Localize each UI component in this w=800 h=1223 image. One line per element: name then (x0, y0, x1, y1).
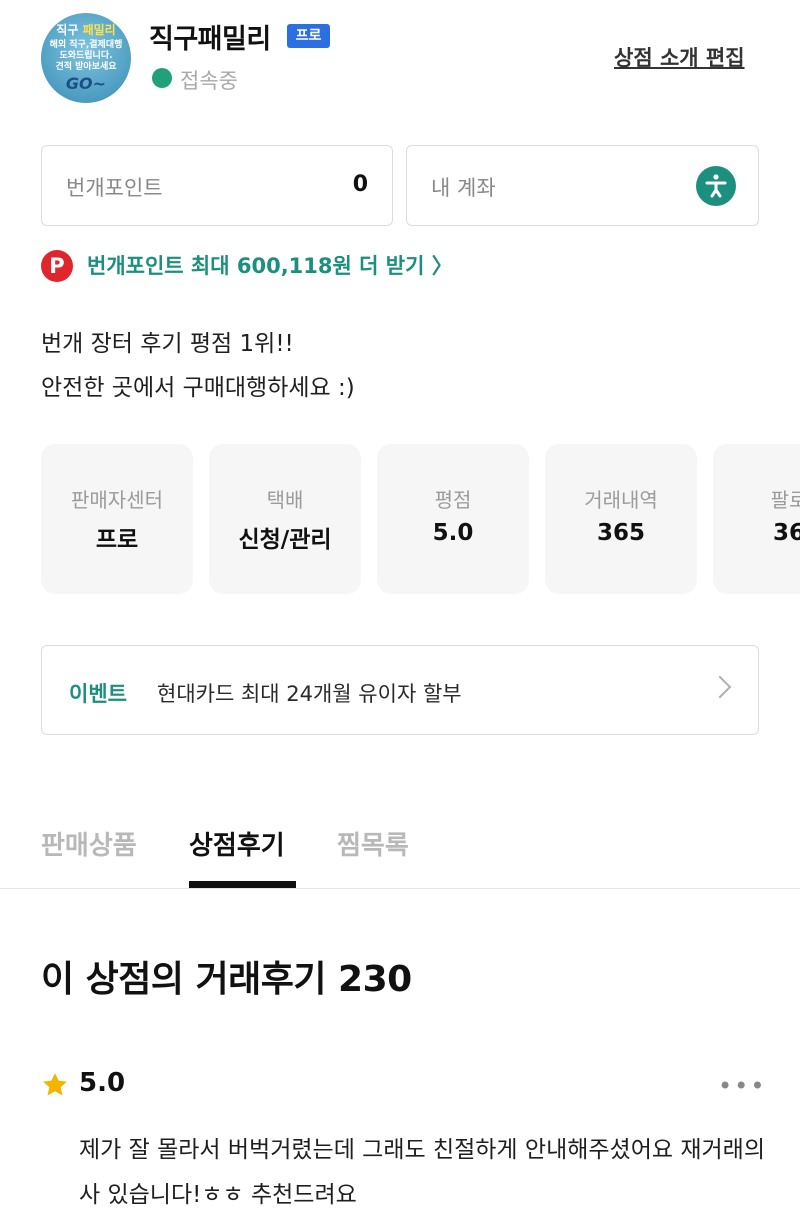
shop-tabs: 판매상품 상점후기 찜목록 (0, 800, 800, 889)
shop-intro-line2: 안전한 곳에서 구매대행하세요 :) (41, 375, 355, 401)
bungae-points-box[interactable]: 번개포인트 0 (41, 145, 393, 226)
stat-label: 판매자센터 (71, 488, 163, 512)
event-tag: 이벤트 (69, 682, 127, 706)
more-options-icon[interactable]: ••• (718, 1073, 764, 1099)
shop-intro-line1: 번개 장터 후기 평점 1위!! (41, 331, 294, 357)
reviews-title: 이 상점의 거래후기 230 (41, 959, 412, 1000)
online-status-text: 접속중 (180, 69, 238, 93)
stat-card-seller-center[interactable]: 판매자센터 프로 (41, 444, 193, 594)
point-p-icon: P (41, 250, 73, 282)
account-label: 내 계좌 (431, 176, 496, 200)
points-label: 번개포인트 (66, 176, 163, 200)
stat-value: 365 (596, 520, 645, 546)
stat-label: 거래내역 (584, 488, 658, 512)
stat-label: 평점 (434, 488, 472, 512)
avatar-text-line5: GO~ (65, 74, 107, 93)
stat-value: 프로 (95, 527, 139, 553)
event-text: 현대카드 최대 24개월 유이자 할부 (157, 682, 462, 706)
payment-icon (696, 166, 736, 206)
star-icon (43, 1073, 67, 1096)
tab-wishlist[interactable]: 찜목록 (337, 825, 409, 862)
event-banner[interactable]: 이벤트 현대카드 최대 24개월 유이자 할부 (41, 645, 759, 735)
avatar-text-line2: 해외 직구,결제대행 (49, 40, 123, 50)
avatar-text-line3: 도와드립니다. (59, 51, 113, 61)
stat-card-rating[interactable]: 평점 5.0 (377, 444, 529, 594)
shop-name: 직구패밀리 (149, 24, 271, 55)
online-status-icon (152, 68, 172, 88)
stat-value: 5.0 (432, 520, 474, 546)
shop-stats-row: 판매자센터 프로 택배 신청/관리 평점 5.0 거래내역 365 팔로 36 (41, 444, 800, 594)
tab-reviews[interactable]: 상점후기 (189, 825, 285, 862)
pro-badge: 프로 (287, 24, 330, 48)
stat-card-transactions[interactable]: 거래내역 365 (545, 444, 697, 594)
shop-avatar[interactable]: 직구 패밀리 해외 직구,결제대행 도와드립니다. 견적 받아보세요 GO~ (41, 13, 131, 103)
review-text: 제가 잘 몰라서 버벅거렸는데 그래도 친절하게 안내해주셨어요 재거래의사 있… (79, 1137, 765, 1208)
stat-value: 신청/관리 (238, 527, 332, 553)
edit-shop-intro-link[interactable]: 상점 소개 편집 (614, 42, 745, 72)
chevron-right-icon (708, 675, 732, 699)
avatar-text-line4: 견적 받아보세요 (55, 62, 117, 72)
points-value: 0 (352, 172, 368, 197)
my-account-box[interactable]: 내 계좌 (406, 145, 759, 226)
stat-label: 택배 (266, 488, 304, 512)
points-promo-text: 번개포인트 최대 600,118원 더 받기 〉 (87, 254, 453, 278)
shop-header: 직구 패밀리 해외 직구,결제대행 도와드립니다. 견적 받아보세요 GO~ 직… (0, 0, 800, 120)
shop-intro: 번개 장터 후기 평점 1위!! 안전한 곳에서 구매대행하세요 :) (41, 322, 355, 410)
avatar-text-line1: 직구 패밀리 (56, 23, 116, 37)
stat-card-delivery[interactable]: 택배 신청/관리 (209, 444, 361, 594)
review-rating: 5.0 (79, 1068, 126, 1098)
stat-value: 36 (772, 520, 800, 546)
stat-label: 팔로 (770, 488, 800, 512)
tab-products[interactable]: 판매상품 (41, 825, 137, 862)
stat-card-followers[interactable]: 팔로 36 (713, 444, 800, 594)
active-tab-indicator (189, 881, 296, 888)
